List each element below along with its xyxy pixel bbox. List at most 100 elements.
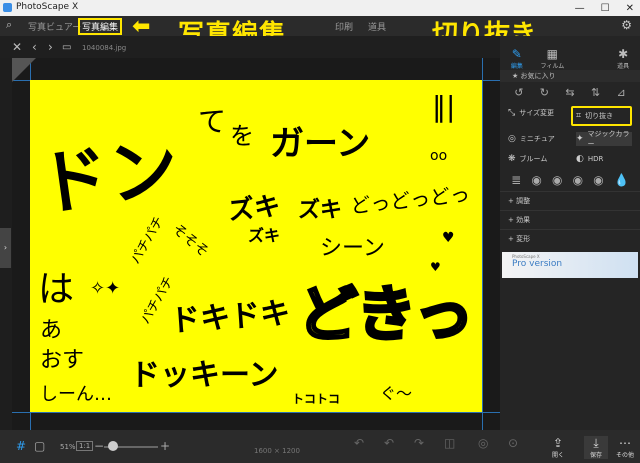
app-icon	[3, 3, 12, 12]
pro-promo-banner[interactable]: PhotoScape X Pro version	[502, 252, 638, 278]
close-button[interactable]: ✕	[626, 3, 634, 14]
zoom-in-icon[interactable]: +	[160, 439, 170, 453]
miniature-icon: ◎	[508, 134, 516, 144]
undo-all-icon: ↶	[384, 436, 395, 450]
text-zuki-3: ズキ	[248, 226, 281, 245]
undo-button[interactable]: ↶	[354, 436, 364, 450]
bottom-bar: # ▢ 51% 1:1 − + 1600 × 1200 ↶ ↶ ↷ ◫ ◎ ⊙ …	[0, 430, 640, 463]
text-shiin: シーン	[320, 236, 385, 261]
redo-icon: ↷	[414, 436, 425, 450]
title-bar: PhotoScape X — ☐ ✕	[0, 0, 640, 16]
text-dokin: どきっ	[297, 279, 476, 352]
drop-icon[interactable]: 💧	[614, 173, 629, 187]
frame-icon[interactable]: ▢	[34, 439, 45, 453]
left-panel-toggle[interactable]: ›	[0, 228, 11, 268]
text-wo: を	[230, 122, 254, 150]
grid-icon[interactable]: #	[16, 439, 26, 453]
text-oo: oo	[430, 148, 448, 164]
transform-section[interactable]: + 変形	[500, 229, 640, 248]
save-button[interactable]: ⤓ 保存	[584, 436, 609, 459]
revert-button[interactable]: ◎	[478, 436, 488, 450]
close-image-icon[interactable]: ✕	[12, 40, 22, 54]
compare-button[interactable]: ◫	[444, 436, 455, 450]
text-toko: トコトコ	[292, 392, 341, 406]
text-docchi: どっどっどっ	[349, 181, 472, 219]
original-icon: ⊙	[508, 436, 519, 450]
preset-icon[interactable]: ◉	[531, 173, 541, 187]
hdr-icon: ◐	[576, 154, 584, 164]
effect-section[interactable]: + 効果	[500, 210, 640, 229]
zoom-out-icon[interactable]: −	[94, 439, 104, 453]
guide-line	[482, 58, 483, 430]
flip-v-icon[interactable]: ⇅	[591, 86, 600, 99]
canvas-area[interactable]: ドン て を ガーン ‖| oo ズキ ズキ ズキ どっどっどっ シーン ♥ ♥…	[12, 58, 500, 430]
rotate-row: ↺ ↻ ⇆ ⇅ ⊿	[500, 82, 640, 103]
minimize-button[interactable]: —	[575, 3, 585, 14]
tab-edit[interactable]: ✎ 編集	[511, 47, 523, 70]
window-title: PhotoScape X	[16, 2, 79, 12]
menu-photo-viewer[interactable]: 写真ビュアー	[28, 20, 81, 33]
prev-icon[interactable]: ‹	[32, 40, 37, 54]
right-panel: ✎ 編集 ▦ フィルム ✱ 道具 ★ お気に入り ↺ ↻ ⇆ ⇅ ⊿ ⤡ サイズ変更 ⌗…	[500, 36, 640, 430]
text-te: て	[198, 105, 227, 138]
flip-icon[interactable]: ⇆	[565, 86, 574, 99]
film-icon: ▦	[546, 47, 559, 61]
menu-bar: ⌕ 写真ビュアー 写真編集 印刷 道具 ⚙	[0, 16, 640, 36]
folder-icon[interactable]: ▭	[62, 42, 71, 53]
text-gaan: ガーン	[270, 124, 371, 164]
preset-icon[interactable]: ◉	[593, 173, 603, 187]
preset-row: ≣ ◉ ◉ ◉ ◉ 💧	[500, 169, 640, 191]
miniature-button[interactable]: ◎ ミニチュア	[508, 132, 564, 146]
image-toolbar: ✕ ‹ › ▭ 1040084.jpg	[0, 36, 500, 58]
magic-icon: ✦	[576, 134, 584, 144]
text-dokiiin: ドッキーン	[130, 358, 279, 393]
bloom-icon: ❋	[508, 154, 516, 164]
ratio-button[interactable]: 1:1	[76, 441, 94, 451]
maximize-button[interactable]: ☐	[601, 3, 610, 14]
crop-icon: ⌗	[576, 111, 582, 121]
list-icon[interactable]: ≣	[511, 173, 521, 187]
crop-button[interactable]: ⌗ 切り抜き	[571, 106, 632, 126]
more-button[interactable]: ⋯ その他	[616, 436, 634, 459]
resize-button[interactable]: ⤡ サイズ変更	[508, 106, 559, 120]
tab-film[interactable]: ▦ フィルム	[540, 47, 564, 70]
text-shiin2: しーん…	[40, 384, 112, 405]
resize-icon: ⤡	[508, 108, 516, 118]
open-button[interactable]: ⇪ 開く	[552, 436, 564, 459]
next-icon[interactable]: ›	[48, 40, 53, 54]
adjust-section[interactable]: + 調整	[500, 191, 640, 210]
compare-icon: ◫	[444, 436, 456, 450]
magic-color-button[interactable]: ✦ マジックカラー	[576, 130, 632, 148]
original-button[interactable]: ⊙	[508, 436, 518, 450]
text-ha: は	[38, 269, 75, 310]
heart-icon: ♥	[442, 230, 455, 246]
straighten-icon[interactable]: ⊿	[617, 86, 626, 99]
preset-icon[interactable]: ◉	[552, 173, 562, 187]
text-guu: ぐ〜	[380, 384, 413, 403]
tool-tabs: ✎ 編集 ▦ フィルム ✱ 道具	[500, 36, 640, 70]
search-icon[interactable]: ⌕	[6, 18, 12, 32]
redo-button[interactable]: ↷	[414, 436, 424, 450]
gear-icon[interactable]: ⚙	[621, 18, 632, 32]
rotate-left-icon[interactable]: ↺	[514, 86, 523, 99]
text-soso: そそそ	[169, 221, 212, 261]
download-icon: ⤓	[593, 436, 599, 450]
menu-print[interactable]: 印刷	[335, 20, 353, 33]
undo-all-button[interactable]: ↶	[384, 436, 394, 450]
guide-line	[12, 412, 500, 413]
undo-icon: ↶	[354, 436, 365, 450]
tab-tools[interactable]: ✱ 道具	[617, 47, 629, 70]
menu-photo-edit[interactable]: 写真編集	[78, 18, 123, 35]
hdr-button[interactable]: ◐ HDR	[576, 152, 632, 166]
preset-icon[interactable]: ◉	[573, 173, 583, 187]
bloom-button[interactable]: ❋ ブルーム	[508, 152, 564, 166]
menu-tools[interactable]: 道具	[368, 20, 386, 33]
text-lines: ‖|	[432, 90, 456, 123]
image-size: 1600 × 1200	[254, 447, 300, 455]
zoom-slider-handle[interactable]	[108, 441, 118, 451]
photo: ドン て を ガーン ‖| oo ズキ ズキ ズキ どっどっどっ シーン ♥ ♥…	[30, 80, 482, 412]
sparkle-icon: ✧✦	[90, 278, 121, 299]
rotate-right-icon[interactable]: ↻	[540, 86, 549, 99]
file-name: 1040084.jpg	[82, 44, 127, 52]
favorites-header[interactable]: ★ お気に入り	[500, 70, 640, 82]
